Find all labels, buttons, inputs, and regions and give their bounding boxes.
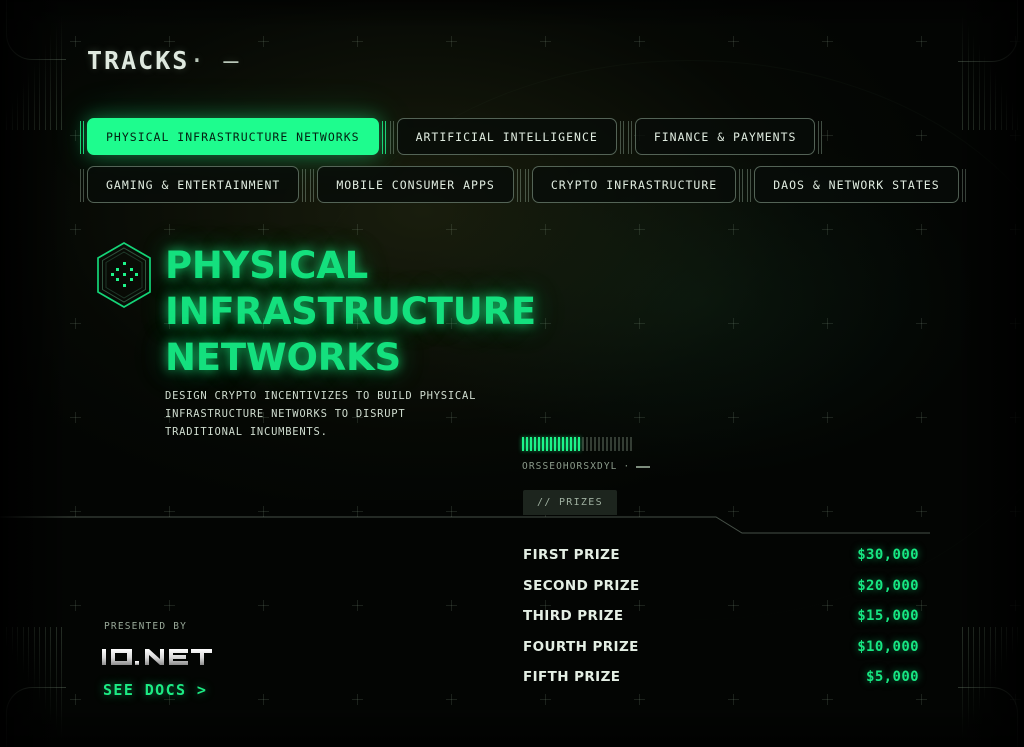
signal-meter-segment: [590, 437, 592, 451]
track-tabs: PHYSICAL INFRASTRUCTURE NETWORKS ARTIFICI…: [82, 118, 964, 214]
prize-label: THIRD PRIZE: [523, 608, 624, 625]
signal-meter-segment: [550, 437, 552, 451]
prize-amount: $30,000: [857, 547, 919, 563]
track-tab[interactable]: FINANCE & PAYMENTS: [630, 118, 820, 155]
page-root: TRACKS· — PHYSICAL INFRASTRUCTURE NETWOR…: [0, 0, 1024, 747]
signal-meter-dot: ·: [623, 461, 631, 472]
signal-meter-segment: [562, 437, 564, 451]
track-tab[interactable]: DAOS & NETWORK STATES: [750, 166, 964, 203]
page-title-tick: · —: [189, 46, 241, 75]
signal-meter-segment: [542, 437, 544, 451]
signal-meter-segment: [602, 437, 604, 451]
signal-meter-segment: [630, 437, 632, 451]
signal-meter-dash: [636, 465, 651, 468]
signal-meter-segment: [526, 437, 528, 451]
signal-meter-segment: [622, 437, 624, 451]
track-tab-row: PHYSICAL INFRASTRUCTURE NETWORKS ARTIFICI…: [83, 118, 917, 155]
page-title: TRACKS· —: [87, 46, 240, 75]
presented-by-label: PRESENTED BY: [104, 621, 188, 632]
prize-amount: $15,000: [857, 608, 919, 625]
page-title-text: TRACKS: [87, 46, 190, 75]
see-docs-link[interactable]: SEE DOCS >: [103, 681, 207, 699]
prize-row: FOURTH PRIZE $10,000: [523, 639, 919, 670]
signal-meter-segment: [534, 437, 536, 451]
signal-meter-segment: [598, 437, 600, 451]
signal-meter-segment: [594, 437, 596, 451]
signal-meter-code-text: ORSSEOHORSXDYL: [522, 461, 618, 472]
prize-row: SECOND PRIZE $20,000: [523, 578, 919, 609]
prize-row: FIRST PRIZE $30,000: [523, 547, 919, 578]
signal-meter: ORSSEOHORSXDYL ·: [522, 437, 652, 472]
signal-meter-segment: [614, 437, 616, 451]
hexagon-dot-matrix-icon: [93, 240, 155, 310]
track-tab[interactable]: MOBILE CONSUMER APPS: [313, 166, 519, 203]
prize-amount: $10,000: [857, 638, 919, 655]
signal-meter-code: ORSSEOHORSXDYL ·: [522, 461, 652, 472]
track-tab[interactable]: PHYSICAL INFRASTRUCTURE NETWORKS: [83, 118, 383, 155]
signal-meter-segment: [626, 437, 628, 451]
signal-meter-segment: [586, 437, 588, 451]
signal-meter-segment: [574, 437, 576, 451]
prizes-divider: [0, 516, 1024, 540]
prize-label: SECOND PRIZE: [523, 577, 640, 594]
signal-meter-segment: [530, 437, 532, 451]
signal-meter-segment: [522, 437, 524, 451]
track-tab[interactable]: CRYPTO INFRASTRUCTURE: [527, 166, 741, 203]
prize-list: FIRST PRIZE $30,000 SECOND PRIZE $20,000 THI…: [523, 547, 919, 700]
io-net-logo: [102, 646, 212, 668]
prize-row: FIFTH PRIZE $5,000: [523, 669, 919, 700]
signal-meter-segment: [618, 437, 620, 451]
signal-meter-segment: [610, 437, 612, 451]
signal-meter-segment: [554, 437, 556, 451]
signal-meter-segment: [558, 437, 560, 451]
prize-amount: $20,000: [857, 577, 919, 594]
track-tab[interactable]: GAMING & ENTERTAINMENT: [82, 166, 304, 203]
signal-meter-segment: [606, 437, 608, 451]
signal-meter-segment: [578, 437, 580, 451]
prize-label: FIFTH PRIZE: [523, 669, 621, 686]
prize-row: THIRD PRIZE $15,000: [523, 608, 919, 639]
hero-description: DESIGN CRYPTO INCENTIVIZES TO BUILD PHYS…: [165, 390, 477, 438]
signal-meter-bars: [522, 437, 652, 451]
prize-label: FIRST PRIZE: [523, 547, 620, 563]
signal-meter-segment: [566, 437, 568, 451]
signal-meter-segment: [538, 437, 540, 451]
signal-meter-segment: [546, 437, 548, 451]
track-tab-row: GAMING & ENTERTAINMENT MOBILE CONSUMER AP…: [82, 166, 964, 203]
prizes-section-tab[interactable]: // PRIZES: [523, 490, 617, 515]
signal-meter-segment: [570, 437, 572, 451]
prize-label: FOURTH PRIZE: [523, 638, 639, 655]
hero-heading: PHYSICAL INFRASTRUCTURE NETWORKS: [165, 244, 536, 379]
prize-amount: $5,000: [866, 669, 919, 686]
track-tab[interactable]: ARTIFICIAL INTELLIGENCE: [392, 118, 622, 155]
signal-meter-segment: [582, 437, 584, 451]
